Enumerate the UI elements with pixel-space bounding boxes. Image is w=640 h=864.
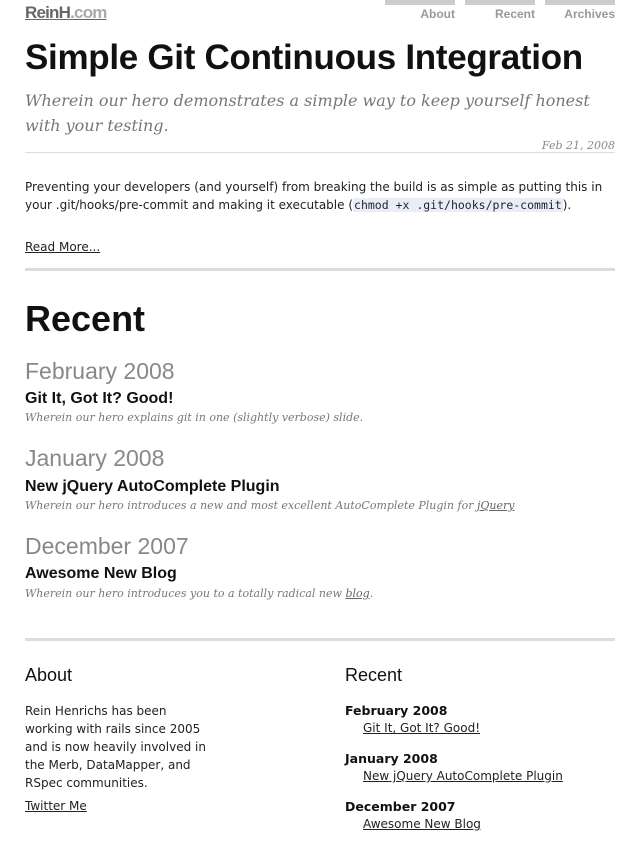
recent-month: February 2008 <box>25 358 175 384</box>
footer-about-text: Rein Henrichs has been working with rail… <box>25 704 206 790</box>
nav-about[interactable]: About <box>385 0 455 21</box>
recent-entry-title[interactable]: New jQuery AutoComplete Plugin <box>25 478 280 496</box>
post-excerpt: Preventing your developers (and yourself… <box>25 178 620 214</box>
title-divider <box>25 152 615 153</box>
recent-month: December 2007 <box>25 533 189 559</box>
excerpt-code: chmod +x .git/hooks/pre-commit <box>353 198 563 212</box>
logo-tld: .com <box>70 3 107 22</box>
footer-recent-link[interactable]: Awesome New Blog <box>363 817 481 831</box>
jquery-link[interactable]: jQuery <box>477 499 515 512</box>
recent-month: January 2008 <box>25 445 165 471</box>
post-subtitle: Wherein our hero demonstrates a simple w… <box>25 91 590 135</box>
footer-recent-month: February 2008 <box>345 703 448 718</box>
recent-entry-desc: Wherein our hero introduces a new and mo… <box>25 499 514 512</box>
footer-recent-month: January 2008 <box>345 751 438 766</box>
post-title[interactable]: Simple Git Continuous Integration <box>25 38 583 78</box>
recent-entry-desc: Wherein our hero introduces you to a tot… <box>25 587 373 600</box>
read-more-link[interactable]: Read More... <box>25 240 100 254</box>
recent-heading: Recent <box>25 298 146 339</box>
excerpt-text-end: ). <box>562 198 572 212</box>
recent-entry-title[interactable]: Awesome New Blog <box>25 565 177 583</box>
post-date: Feb 21, 2008 <box>541 139 615 152</box>
main-nav: About Recent Archives <box>385 0 615 21</box>
recent-entry-desc-end: . <box>369 587 374 600</box>
footer-recent-link[interactable]: New jQuery AutoComplete Plugin <box>363 769 563 783</box>
footer-recent-heading: Recent <box>345 665 403 685</box>
site-logo[interactable]: ReinH.com <box>25 3 107 23</box>
footer-divider <box>25 638 615 641</box>
twitter-link[interactable]: Twitter Me <box>25 799 87 813</box>
blog-link[interactable]: blog <box>345 587 369 600</box>
footer-about-heading: About <box>25 665 73 685</box>
footer-recent-link[interactable]: Git It, Got It? Good! <box>363 721 480 735</box>
nav-recent[interactable]: Recent <box>465 0 535 21</box>
nav-archives[interactable]: Archives <box>545 0 615 21</box>
logo-main: ReinH <box>25 3 71 22</box>
footer-recent-month: December 2007 <box>345 799 456 814</box>
recent-entry-title[interactable]: Git It, Got It? Good! <box>25 390 173 408</box>
recent-entry-desc-text: Wherein our hero introduces a new and mo… <box>25 499 477 512</box>
section-divider <box>25 268 615 271</box>
recent-entry-desc: Wherein our hero explains git in one (sl… <box>25 411 364 424</box>
recent-entry-desc-text: Wherein our hero introduces you to a tot… <box>25 587 346 600</box>
